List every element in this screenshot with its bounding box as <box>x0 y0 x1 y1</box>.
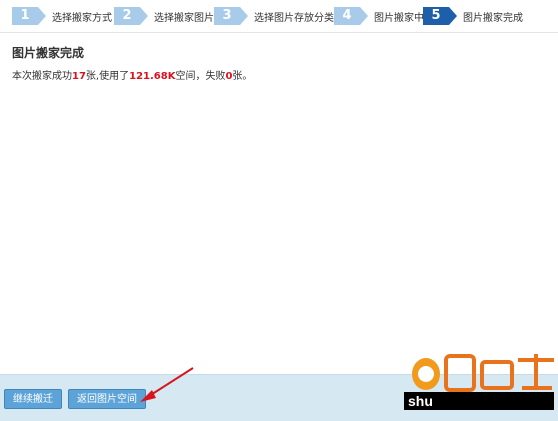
watermark-text: shu <box>404 392 554 410</box>
